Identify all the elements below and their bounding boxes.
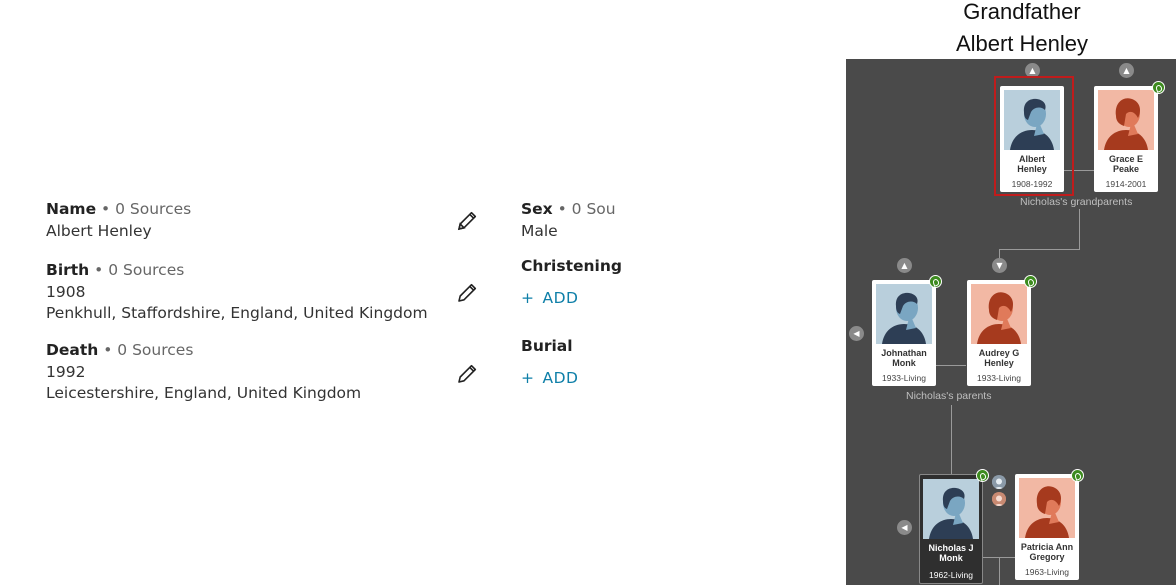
person-years: 1933-Living <box>882 373 926 383</box>
couple-connector <box>936 365 966 366</box>
person-card-johnathan-monk[interactable]: Johnathan Monk 1933-Living <box>872 280 936 386</box>
person-last-name: Monk <box>892 357 916 368</box>
edit-name-button[interactable] <box>455 209 479 233</box>
person-last-name: Peake <box>1112 163 1140 174</box>
leaf-hint-icon[interactable] <box>1071 469 1084 482</box>
person-years: 1963-Living <box>1025 567 1069 577</box>
chevron-left-icon[interactable]: ◀ <box>897 520 912 535</box>
tree-line <box>999 249 1080 250</box>
leaf-hint-icon[interactable] <box>1152 81 1165 94</box>
pencil-icon <box>457 211 477 231</box>
person-years: 1933-Living <box>977 373 1021 383</box>
death-date: 1992 <box>46 362 86 381</box>
spouse-avatar[interactable] <box>992 492 1006 506</box>
leaf-hint-icon[interactable] <box>929 275 942 288</box>
spouse-avatar[interactable] <box>992 475 1006 489</box>
selection-highlight <box>994 76 1074 196</box>
chevron-down-icon[interactable]: ▼ <box>992 258 1007 273</box>
death-label: Death <box>46 341 99 359</box>
leaf-hint-icon[interactable] <box>1024 275 1037 288</box>
sex-sources[interactable]: • 0 Sources <box>553 200 617 218</box>
caption-line2: Albert Henley <box>955 31 1089 56</box>
christening-label: Christening <box>521 257 622 275</box>
pencil-icon <box>458 283 477 302</box>
name-fact: Name • 0 Sources Albert Henley <box>46 199 191 242</box>
name-label: Name <box>46 200 97 218</box>
add-christening-label: ADD <box>542 288 579 307</box>
grandparents-label: Nicholas's grandparents <box>1020 196 1133 208</box>
family-tree-panel[interactable]: ▲ ▲ ▲ ▼ ◀ ◀ Albert Henley 1908-1992 Grace… <box>846 59 1176 585</box>
name-value: Albert Henley <box>46 221 152 240</box>
person-years: 1914-2001 <box>1105 179 1147 189</box>
person-last-name: Gregory <box>1029 551 1065 562</box>
tree-line <box>951 405 952 477</box>
edit-birth-button[interactable] <box>455 281 479 305</box>
edit-death-button[interactable] <box>455 362 479 386</box>
birth-sources[interactable]: • 0 Sources <box>89 261 184 279</box>
chevron-up-icon[interactable]: ▲ <box>1119 63 1134 78</box>
person-card-nicholas-monk[interactable]: Nicholas J Monk 1962-Living <box>919 474 983 584</box>
christening-fact: Christening + ADD <box>521 256 622 309</box>
death-fact: Death • 0 Sources 1992 Leicestershire, E… <box>46 340 361 405</box>
burial-fact: Burial + ADD <box>521 336 578 389</box>
chevron-left-icon[interactable]: ◀ <box>849 326 864 341</box>
birth-label: Birth <box>46 261 90 279</box>
caption-line1: Grandfather <box>963 0 1081 24</box>
person-years: 1962-Living <box>929 570 973 580</box>
plus-icon: + <box>521 288 535 307</box>
female-silhouette-icon <box>1098 90 1154 150</box>
tree-line <box>1079 209 1080 249</box>
birth-fact: Birth • 0 Sources 1908 Penkhull, Staffor… <box>46 260 428 325</box>
tree-line <box>999 557 1000 585</box>
birth-date: 1908 <box>46 282 86 301</box>
add-christening-button[interactable]: + ADD <box>521 288 622 310</box>
person-card-audrey-henley[interactable]: Audrey G Henley 1933-Living <box>967 280 1031 386</box>
person-card-patricia-gregory[interactable]: Patricia Ann Gregory 1963-Living <box>1015 474 1079 580</box>
burial-label: Burial <box>521 337 573 355</box>
sex-value: Male <box>521 221 558 240</box>
plus-icon: + <box>521 368 535 387</box>
person-card-grace-peake[interactable]: Grace E Peake 1914-2001 <box>1094 86 1158 192</box>
male-silhouette-icon <box>876 284 932 344</box>
leaf-hint-icon[interactable] <box>976 469 989 482</box>
pencil-icon <box>458 364 477 383</box>
sex-fact: Sex • 0 Sources Male <box>521 199 617 242</box>
death-place: Leicestershire, England, United Kingdom <box>46 384 362 402</box>
person-last-name: Monk <box>939 552 963 563</box>
chevron-up-icon[interactable]: ▲ <box>897 258 912 273</box>
birth-place: Penkhull, Staffordshire, England, United… <box>46 304 428 322</box>
sex-label: Sex <box>521 200 553 218</box>
male-silhouette-icon <box>923 479 979 539</box>
parents-label: Nicholas's parents <box>906 390 992 402</box>
person-last-name: Henley <box>984 357 1014 368</box>
death-sources[interactable]: • 0 Sources <box>98 341 193 359</box>
add-burial-label: ADD <box>542 368 579 387</box>
female-silhouette-icon <box>971 284 1027 344</box>
add-burial-button[interactable]: + ADD <box>521 368 578 390</box>
caption: Grandfather Albert Henley <box>900 0 1144 60</box>
female-silhouette-icon <box>1019 478 1075 538</box>
name-sources[interactable]: • 0 Sources <box>96 200 191 218</box>
